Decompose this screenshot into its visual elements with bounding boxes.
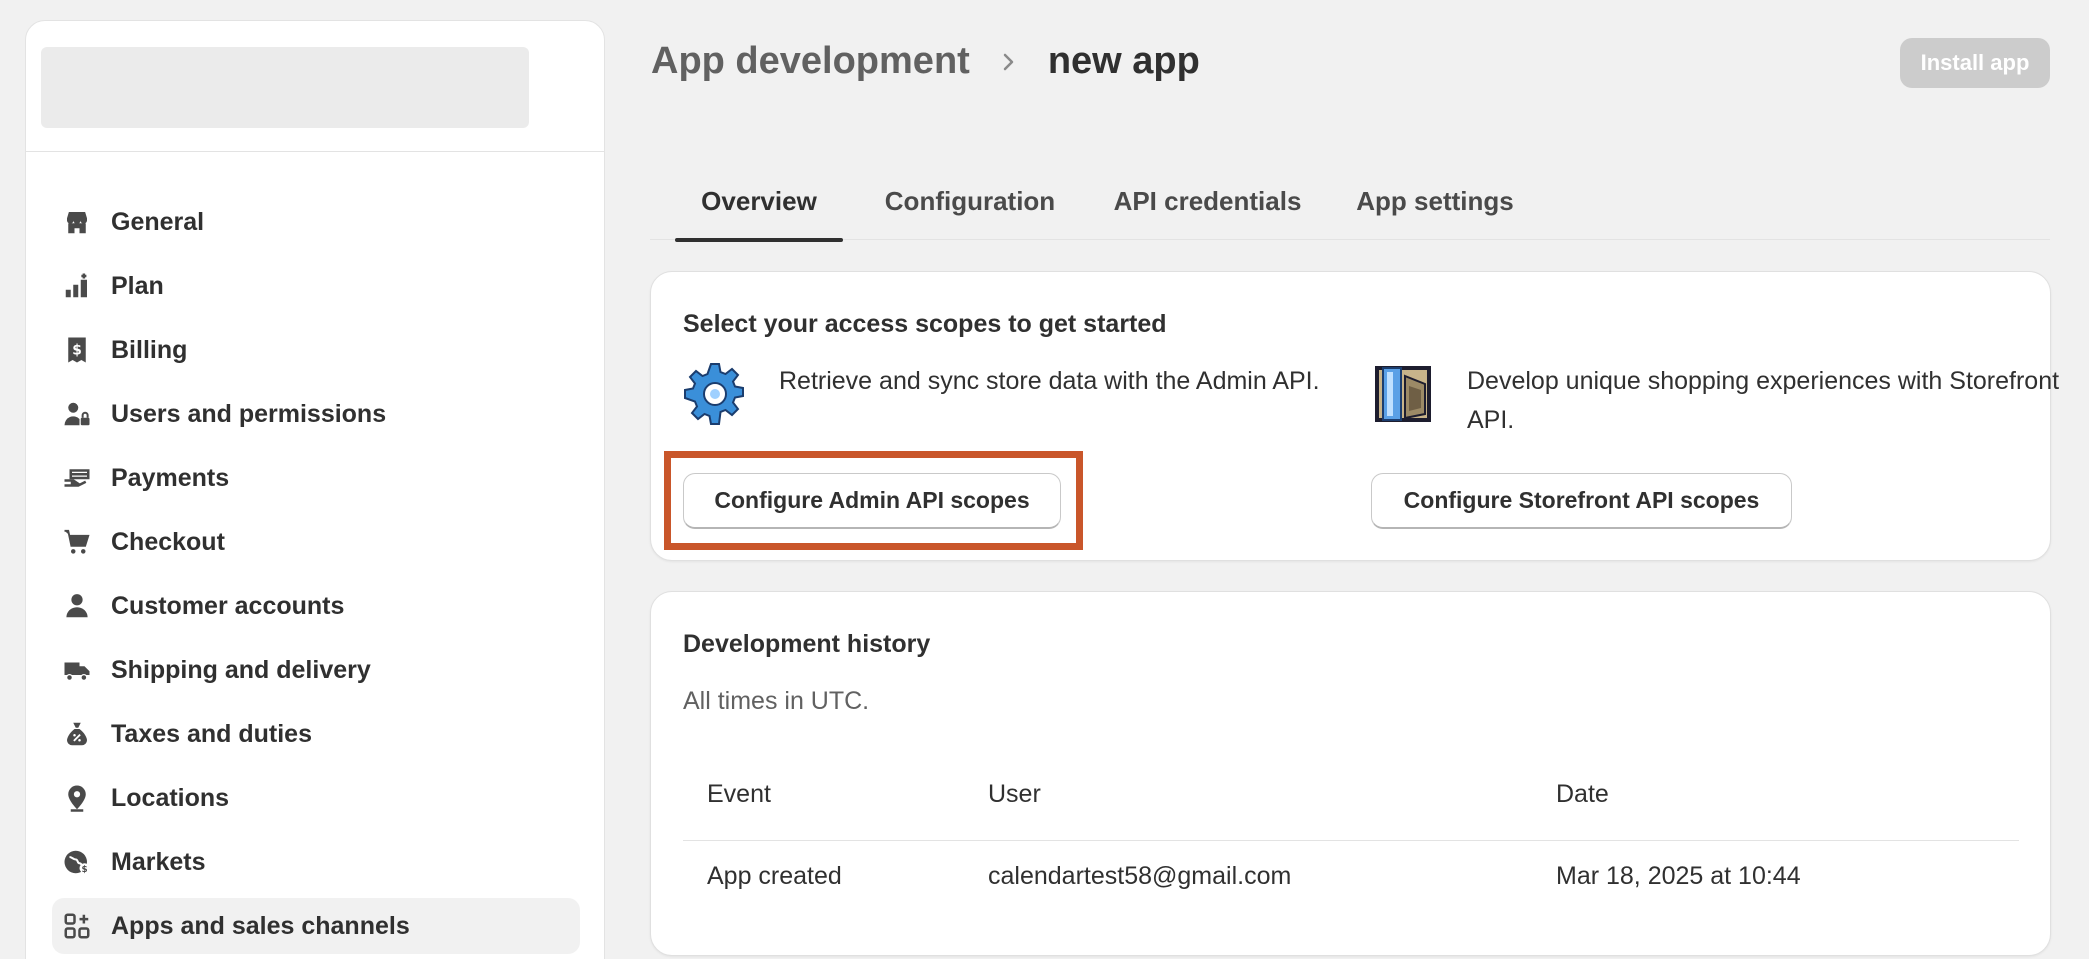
users-icon bbox=[62, 399, 92, 429]
sidebar-item-label: Payments bbox=[111, 463, 230, 492]
sidebar-item-customer-accounts[interactable]: Customer accounts bbox=[52, 578, 580, 634]
location-pin-icon bbox=[62, 783, 92, 813]
gear-icon bbox=[683, 362, 747, 426]
storefront-api-scope: Develop unique shopping experiences with… bbox=[1371, 362, 2059, 434]
tab-api-credentials[interactable]: API credentials bbox=[1105, 162, 1310, 240]
sidebar-item-label: Locations bbox=[111, 783, 230, 812]
sidebar-item-billing[interactable]: $ Billing bbox=[52, 322, 580, 378]
column-header-date: Date bbox=[1556, 780, 1609, 808]
sidebar-item-label: Taxes and duties bbox=[111, 719, 312, 748]
tax-bag-icon bbox=[62, 719, 92, 749]
install-app-button[interactable]: Install app bbox=[1900, 38, 2050, 88]
access-scopes-card: Select your access scopes to get started… bbox=[650, 271, 2059, 561]
store-icon bbox=[62, 207, 92, 237]
column-header-user: User bbox=[988, 780, 1041, 808]
sidebar-item-taxes[interactable]: Taxes and duties bbox=[52, 706, 580, 762]
sidebar-item-label: General bbox=[111, 207, 205, 236]
configure-admin-api-scopes-button[interactable]: Configure Admin API scopes bbox=[683, 473, 1061, 529]
sidebar-item-label: Shipping and delivery bbox=[111, 655, 371, 684]
tab-app-settings[interactable]: App settings bbox=[1350, 162, 1520, 240]
truck-icon bbox=[62, 655, 92, 685]
sidebar-item-shipping[interactable]: Shipping and delivery bbox=[52, 642, 580, 698]
sidebar-item-label: Apps and sales channels bbox=[111, 911, 410, 940]
svg-text:$: $ bbox=[81, 865, 87, 875]
table-divider bbox=[683, 840, 2019, 841]
sidebar-header bbox=[26, 21, 604, 152]
globe-icon: $ bbox=[62, 847, 92, 877]
sidebar-item-apps[interactable]: Apps and sales channels bbox=[52, 898, 580, 954]
storefront-api-description: Develop unique shopping experiences with… bbox=[1467, 367, 2060, 434]
settings-sidebar: General Plan $ Billing Users and permiss… bbox=[25, 20, 605, 959]
page-title: new app bbox=[1047, 40, 1200, 82]
sidebar-item-general[interactable]: General bbox=[52, 194, 580, 250]
cart-icon bbox=[62, 527, 92, 557]
apps-icon bbox=[62, 911, 92, 941]
breadcrumb-parent-link[interactable]: App development bbox=[651, 40, 970, 83]
chevron-right-icon bbox=[996, 50, 1020, 74]
sidebar-item-label: Checkout bbox=[111, 527, 225, 556]
sidebar-item-label: Plan bbox=[111, 271, 164, 300]
store-name-placeholder bbox=[41, 47, 529, 128]
cell-event: App created bbox=[707, 862, 842, 890]
access-scopes-title: Select your access scopes to get started bbox=[683, 310, 1167, 338]
sidebar-item-users[interactable]: Users and permissions bbox=[52, 386, 580, 442]
breadcrumb: App development new app bbox=[651, 40, 1200, 83]
development-history-card: Development history All times in UTC. Ev… bbox=[650, 591, 2051, 956]
configure-storefront-api-scopes-button[interactable]: Configure Storefront API scopes bbox=[1371, 473, 1792, 529]
sidebar-item-checkout[interactable]: Checkout bbox=[52, 514, 580, 570]
billing-icon: $ bbox=[62, 335, 92, 365]
timezone-note: All times in UTC. bbox=[683, 687, 870, 715]
tab-configuration[interactable]: Configuration bbox=[875, 162, 1065, 240]
storefront-icon bbox=[1371, 362, 1435, 426]
app-tabs: Overview Configuration API credentials A… bbox=[650, 162, 2050, 242]
plan-icon bbox=[62, 271, 92, 301]
cell-user: calendartest58@gmail.com bbox=[988, 862, 1292, 890]
payments-icon bbox=[62, 463, 92, 493]
sidebar-item-locations[interactable]: Locations bbox=[52, 770, 580, 826]
sidebar-item-payments[interactable]: Payments bbox=[52, 450, 580, 506]
person-icon bbox=[62, 591, 92, 621]
sidebar-item-label: Billing bbox=[111, 335, 188, 364]
column-header-event: Event bbox=[707, 780, 771, 808]
sidebar-item-label: Users and permissions bbox=[111, 399, 387, 428]
cell-date: Mar 18, 2025 at 10:44 bbox=[1556, 862, 1801, 890]
development-history-title: Development history bbox=[683, 630, 931, 658]
tab-overview[interactable]: Overview bbox=[675, 162, 843, 242]
sidebar-item-plan[interactable]: Plan bbox=[52, 258, 580, 314]
sidebar-item-label: Customer accounts bbox=[111, 591, 345, 620]
sidebar-item-markets[interactable]: $ Markets bbox=[52, 834, 580, 890]
svg-text:$: $ bbox=[72, 342, 82, 358]
admin-api-scope: Retrieve and sync store data with the Ad… bbox=[683, 362, 1343, 432]
admin-api-description: Retrieve and sync store data with the Ad… bbox=[779, 367, 1320, 395]
sidebar-item-label: Markets bbox=[111, 847, 206, 876]
